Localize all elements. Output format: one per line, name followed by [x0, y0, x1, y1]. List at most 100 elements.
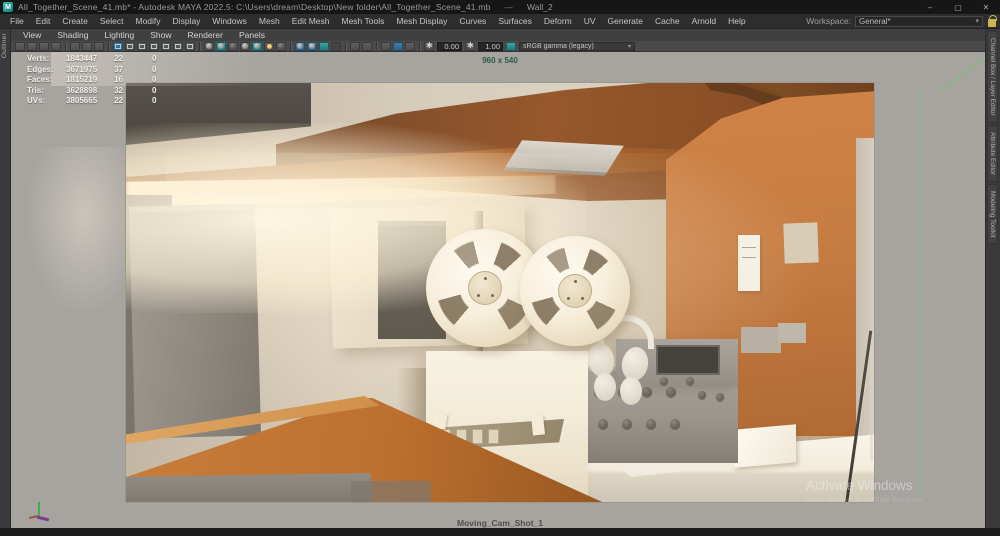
- workspace-value: General*: [859, 16, 891, 26]
- gate-mask-left: [11, 82, 125, 503]
- attribute-editor-tab[interactable]: Attribute Editor: [987, 124, 998, 182]
- menu-arnold[interactable]: Arnold: [686, 16, 723, 26]
- view-transform-dropdown[interactable]: sRGB gamma (legacy) ▾: [519, 41, 635, 51]
- amp-knob: [670, 419, 680, 429]
- scene-wall-panel-small: [783, 222, 819, 264]
- headphone-cup: [594, 373, 616, 401]
- panel-menu-renderer[interactable]: Renderer: [180, 30, 231, 40]
- hub-hole: [484, 277, 487, 280]
- panel-menu-shading[interactable]: Shading: [49, 30, 96, 40]
- four-pane-layout-icon[interactable]: [125, 41, 135, 51]
- xray-display-icon[interactable]: [362, 41, 372, 51]
- scene-console-base: [126, 473, 371, 502]
- hud-extra: 0: [152, 96, 157, 105]
- wireframe-on-shaded-icon[interactable]: [252, 41, 262, 51]
- camera-attributes-icon[interactable]: [39, 41, 49, 51]
- isolate-select-icon[interactable]: [350, 41, 360, 51]
- tuner-knob: [686, 377, 694, 385]
- lock-camera-icon[interactable]: [27, 41, 37, 51]
- menu-mesh[interactable]: Mesh: [253, 16, 286, 26]
- anti-aliasing-icon[interactable]: [319, 41, 329, 51]
- hud-selected: 32: [114, 85, 123, 95]
- menu-mesh-tools[interactable]: Mesh Tools: [336, 16, 391, 26]
- toolbar-separator: [108, 41, 109, 51]
- depth-of-field-icon[interactable]: [331, 41, 341, 51]
- modeling-toolkit-tab[interactable]: Modeling Toolkit: [987, 183, 998, 245]
- three-pane-layout-icon[interactable]: [161, 41, 171, 51]
- material-override-icon[interactable]: [240, 41, 250, 51]
- menu-mesh-display[interactable]: Mesh Display: [390, 16, 453, 26]
- resolution-gate-icon[interactable]: [393, 41, 403, 51]
- hypershade-persp-layout-icon[interactable]: [185, 41, 195, 51]
- menu-curves[interactable]: Curves: [453, 16, 492, 26]
- panel-menu-lighting[interactable]: Lighting: [96, 30, 142, 40]
- screen-space-ao-icon[interactable]: [295, 41, 305, 51]
- view-axis-gizmo: [23, 500, 59, 526]
- menu-deform[interactable]: Deform: [538, 16, 578, 26]
- outliner-persp-layout-icon[interactable]: [173, 41, 183, 51]
- gate-mask-icon[interactable]: [405, 41, 415, 51]
- channel-box-tab[interactable]: Channel Box / Layer Editor: [987, 31, 998, 123]
- color-management-icon[interactable]: [506, 41, 516, 51]
- workspace-label: Workspace:: [806, 16, 851, 26]
- minimize-button[interactable]: –: [916, 0, 944, 14]
- menu-generate[interactable]: Generate: [602, 16, 649, 26]
- hud-label: UVs:: [27, 96, 46, 105]
- menu-display[interactable]: Display: [167, 16, 207, 26]
- lock-icon[interactable]: [988, 14, 997, 27]
- hud-total: 3671975: [66, 64, 98, 74]
- panel-menu-panels[interactable]: Panels: [231, 30, 273, 40]
- image-plane-icon[interactable]: [70, 41, 80, 51]
- exposure-field[interactable]: 0.00: [437, 41, 462, 51]
- menu-modify[interactable]: Modify: [130, 16, 167, 26]
- textured-display-icon[interactable]: [228, 41, 238, 51]
- wireframe-display-icon[interactable]: [204, 41, 214, 51]
- paper-text-line: [742, 257, 756, 258]
- scene-wall-patch: [741, 327, 781, 353]
- motion-blur-icon[interactable]: [307, 41, 317, 51]
- menu-edit[interactable]: Edit: [30, 16, 57, 26]
- select-camera-icon[interactable]: [15, 41, 25, 51]
- hub-hole: [574, 280, 577, 283]
- menu-uv[interactable]: UV: [578, 16, 602, 26]
- maximize-button[interactable]: ▢: [944, 0, 972, 14]
- two-pane-stacked-layout-icon[interactable]: [137, 41, 147, 51]
- menu-select[interactable]: Select: [94, 16, 130, 26]
- scene-standing-card: [734, 424, 796, 468]
- exposure-icon[interactable]: [424, 41, 434, 51]
- two-pane-side-layout-icon[interactable]: [149, 41, 159, 51]
- two-d-pan-zoom-icon[interactable]: [82, 41, 92, 51]
- use-all-lights-icon[interactable]: [264, 41, 274, 51]
- close-button[interactable]: ✕: [972, 0, 1000, 14]
- resolution-gate[interactable]: [125, 82, 875, 503]
- deck-counter: [472, 429, 483, 444]
- menu-windows[interactable]: Windows: [206, 16, 252, 26]
- workspace-dropdown[interactable]: General* ▾: [855, 15, 983, 27]
- menu-help[interactable]: Help: [722, 16, 751, 26]
- panel-menu-show[interactable]: Show: [142, 30, 179, 40]
- menu-edit-mesh[interactable]: Edit Mesh: [286, 16, 336, 26]
- title-bar[interactable]: M All_Together_Scene_41.mb* - Autodesk M…: [0, 0, 1000, 14]
- render-viewport[interactable]: Verts: 1843447 22 0 Edges: 3671975 37 0 …: [11, 52, 985, 528]
- smooth-shade-icon[interactable]: [216, 41, 226, 51]
- hub-hole: [581, 297, 584, 300]
- bookmark-icon[interactable]: [51, 41, 61, 51]
- toolbar-separator: [65, 41, 66, 51]
- right-panel-strip: Channel Box / Layer Editor Attribute Edi…: [985, 29, 1000, 528]
- single-pane-layout-icon[interactable]: [113, 41, 123, 51]
- window-bottom-edge: [0, 528, 1000, 536]
- menu-create[interactable]: Create: [56, 16, 94, 26]
- grease-pencil-icon[interactable]: [94, 41, 104, 51]
- gamma-icon[interactable]: [465, 41, 475, 51]
- shadows-icon[interactable]: [276, 41, 286, 51]
- film-gate-icon[interactable]: [381, 41, 391, 51]
- menu-cache[interactable]: Cache: [649, 16, 686, 26]
- menu-surfaces[interactable]: Surfaces: [492, 16, 538, 26]
- outliner-tab[interactable]: Outliner: [1, 33, 8, 58]
- gamma-field[interactable]: 1.00: [478, 41, 503, 51]
- menu-file[interactable]: File: [4, 16, 30, 26]
- reel-hub: [558, 274, 592, 308]
- hud-total: 3805665: [66, 96, 98, 105]
- toolbar-separator: [419, 41, 420, 51]
- panel-menu-view[interactable]: View: [15, 30, 49, 40]
